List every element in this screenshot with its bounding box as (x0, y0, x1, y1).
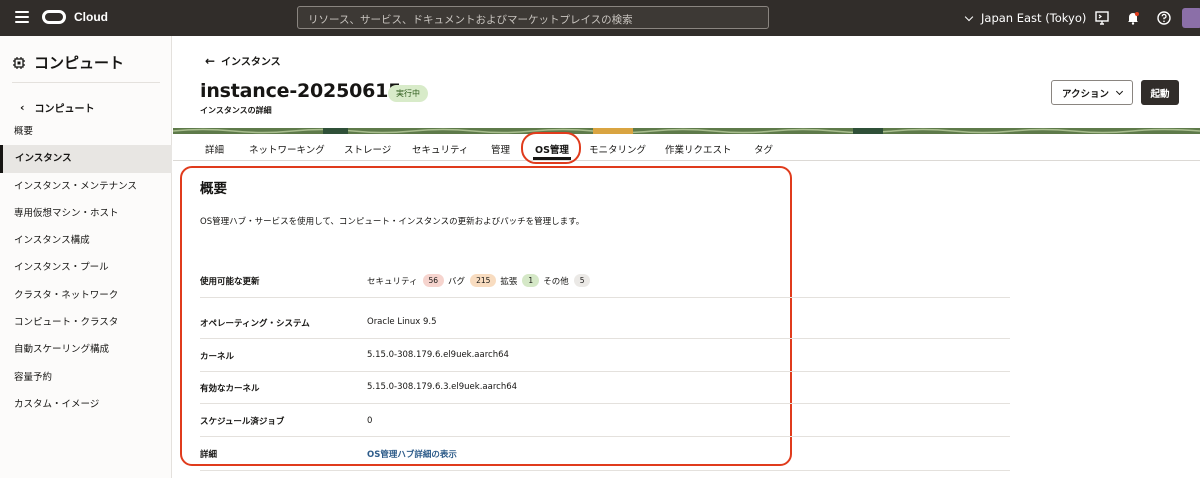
divider (12, 82, 160, 83)
main-content: ← インスタンス instance-20250615 実行中 インスタンスの詳細… (173, 36, 1200, 478)
sidebar-item-cluster-networks[interactable]: クラスタ・ネットワーク (0, 282, 172, 309)
update-type-security: セキュリティ (367, 276, 418, 287)
tab-security[interactable]: セキュリティ (412, 142, 468, 156)
page-subtitle: インスタンスの詳細 (200, 106, 272, 115)
tab-os-management[interactable]: OS管理 (533, 142, 571, 160)
chevron-down-icon (1115, 87, 1124, 95)
divider (200, 297, 1010, 298)
search-input[interactable]: リソース、サービス、ドキュメントおよびマーケットプレイスの検索 (297, 6, 769, 29)
brand-label: Cloud (74, 10, 108, 24)
arrow-left-icon: ← (205, 53, 216, 68)
sidebar-title: コンピュート (12, 52, 124, 73)
sidebar-item-instances[interactable]: インスタンス (0, 145, 172, 173)
other-count-badge: 5 (573, 274, 591, 287)
overview-title: 概要 (200, 181, 227, 197)
back-link-label: インスタンス (221, 57, 281, 68)
update-type-bug: バグ (448, 276, 466, 287)
chevron-left-icon: ‹ (20, 101, 25, 114)
update-type-enhancement: 拡張 (500, 276, 518, 287)
help-icon[interactable] (1157, 11, 1171, 25)
chip-icon (13, 56, 25, 69)
start-button[interactable]: 起動 (1141, 80, 1179, 105)
tab-details[interactable]: 詳細 (205, 142, 224, 156)
tab-storage[interactable]: ストレージ (344, 142, 391, 156)
sidebar: コンピュート ‹ コンピュート 概要 インスタンス インスタンス・メンテナンス … (0, 36, 172, 478)
sidebar-back-link[interactable]: ‹ コンピュート (20, 100, 95, 115)
region-label: Japan East (Tokyo) (981, 11, 1087, 25)
os-value: Oracle Linux 9.5 (367, 317, 437, 327)
updates-summary: セキュリティ 56 バグ 215 拡張 1 その他 5 (367, 274, 594, 287)
avatar[interactable] (1182, 8, 1200, 28)
top-bar: Cloud リソース、サービス、ドキュメントおよびマーケットプレイスの検索 Ja… (0, 0, 1200, 36)
sidebar-item-compute-clusters[interactable]: コンピュート・クラスタ (0, 309, 172, 336)
sidebar-item-dedicated-vm-hosts[interactable]: 専用仮想マシン・ホスト (0, 200, 172, 227)
security-count-badge: 56 (422, 274, 445, 287)
os-label: オペレーティング・システム (200, 319, 310, 329)
enhancement-count-badge: 1 (522, 274, 540, 287)
sidebar-title-label: コンピュート (34, 54, 125, 72)
os-hub-details-link[interactable]: OS管理ハブ詳細の表示 (367, 448, 457, 460)
scheduled-jobs-label: スケジュール済ジョブ (200, 417, 285, 427)
page-title: instance-20250615 (200, 80, 402, 102)
kernel-label: カーネル (200, 352, 235, 362)
tab-tags[interactable]: タグ (754, 142, 773, 156)
details-label: 詳細 (200, 450, 218, 460)
sidebar-item-autoscaling[interactable]: 自動スケーリング構成 (0, 336, 172, 363)
divider (200, 470, 1010, 471)
cloud-shell-icon[interactable] (1095, 11, 1109, 25)
tab-work-requests[interactable]: 作業リクエスト (665, 142, 732, 156)
chevron-down-icon (964, 12, 974, 21)
tab-management[interactable]: 管理 (491, 142, 510, 156)
tab-networking[interactable]: ネットワーキング (249, 142, 325, 156)
oracle-logo[interactable]: Cloud (42, 10, 108, 24)
status-badge: 実行中 (388, 85, 428, 102)
menu-icon[interactable] (15, 11, 29, 23)
tab-monitoring[interactable]: モニタリング (589, 142, 646, 156)
oracle-ring-icon (42, 10, 66, 24)
region-selector[interactable]: Japan East (Tokyo) (964, 11, 1087, 25)
actions-button-label: アクション (1061, 88, 1110, 100)
actions-button[interactable]: アクション (1051, 80, 1133, 105)
sidebar-item-instance-configurations[interactable]: インスタンス構成 (0, 227, 172, 254)
bell-icon[interactable] (1126, 11, 1140, 25)
sidebar-nav: 概要 インスタンス インスタンス・メンテナンス 専用仮想マシン・ホスト インスタ… (0, 118, 172, 418)
scheduled-jobs-value: 0 (367, 416, 373, 426)
updates-label: 使用可能な更新 (200, 277, 260, 287)
overview-description: OS管理ハブ・サービスを使用して、コンピュート・インスタンスの更新およびパッチを… (200, 217, 585, 227)
sidebar-back-label: コンピュート (34, 104, 95, 115)
active-kernel-value: 5.15.0-308.179.6.3.el9uek.aarch64 (367, 382, 518, 392)
sidebar-item-custom-images[interactable]: カスタム・イメージ (0, 391, 172, 418)
divider (200, 338, 1010, 339)
divider (200, 371, 1010, 372)
divider (200, 403, 1010, 404)
kernel-value: 5.15.0-308.179.6.el9uek.aarch64 (367, 350, 509, 360)
sidebar-item-instance-maintenance[interactable]: インスタンス・メンテナンス (0, 173, 172, 200)
sidebar-item-capacity-reservations[interactable]: 容量予約 (0, 364, 172, 391)
sidebar-item-instance-pools[interactable]: インスタンス・プール (0, 254, 172, 281)
bug-count-badge: 215 (470, 274, 497, 287)
divider (200, 436, 1010, 437)
back-to-instances-link[interactable]: ← インスタンス (205, 53, 281, 69)
tab-bar: 詳細 ネットワーキング ストレージ セキュリティ 管理 OS管理 モニタリング … (173, 134, 1200, 161)
active-kernel-label: 有効なカーネル (200, 384, 260, 394)
sidebar-item-overview[interactable]: 概要 (0, 118, 172, 145)
update-type-other: その他 (543, 276, 569, 287)
